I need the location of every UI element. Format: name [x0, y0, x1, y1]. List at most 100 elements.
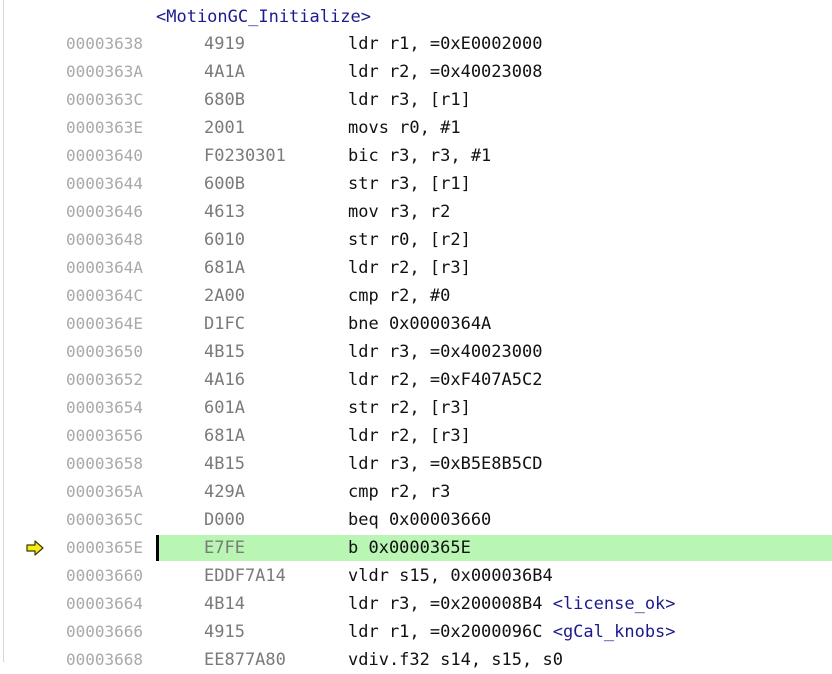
instruction-opcode: 6010 [204, 230, 245, 250]
instruction-row[interactable]: 00003656 681A ldr r2, [r3] [0, 422, 832, 450]
instruction-opcode: 4613 [204, 202, 245, 222]
instruction-row[interactable]: 00003648 6010 str r0, [r2] [0, 226, 832, 254]
instruction-opcode: 4B15 [204, 342, 245, 362]
instruction-mnemonic: bne 0x0000364A [348, 310, 491, 338]
instruction-row[interactable]: 0000365C D000 beq 0x00003660 [0, 506, 832, 534]
instruction-row[interactable]: 0000364C 2A00 cmp r2, #0 [0, 282, 832, 310]
instruction-address: 00003638 [66, 34, 144, 53]
current-instruction-row[interactable]: 0000365E E7FE b 0x0000365E [0, 534, 832, 562]
instruction-address: 0000364A [66, 258, 144, 277]
instruction-mnemonic: mov r3, r2 [348, 198, 450, 226]
instruction-text: ldr r2, =0xF407A5C2 [348, 370, 543, 390]
instruction-row[interactable]: 0000364E D1FC bne 0x0000364A [0, 310, 832, 338]
instruction-row[interactable]: 00003652 4A16 ldr r2, =0xF407A5C2 [0, 366, 832, 394]
instruction-address: 00003666 [66, 622, 144, 641]
instruction-text: ldr r1, =0xE0002000 [348, 34, 543, 54]
instruction-mnemonic: ldr r1, =0xE0002000 [348, 30, 542, 58]
instruction-row[interactable]: 00003668 EE877A80 vdiv.f32 s14, s15, s0 [0, 646, 832, 674]
instruction-mnemonic: vldr s15, 0x000036B4 [348, 562, 553, 590]
instruction-address: 00003646 [66, 202, 144, 221]
instruction-address: 00003668 [66, 650, 144, 669]
instruction-mnemonic: bic r3, r3, #1 [348, 142, 491, 170]
instruction-address: 00003656 [66, 426, 144, 445]
instruction-mnemonic: cmp r2, r3 [348, 478, 450, 506]
instruction-opcode: 4A16 [204, 370, 245, 390]
instruction-mnemonic: ldr r3, =0x200008B4 <license_ok> [348, 590, 676, 618]
instruction-row[interactable]: 00003666 4915 ldr r1, =0x2000096C <gCal_kn… [0, 618, 832, 646]
instruction-text: ldr r1, =0x2000096C [348, 622, 553, 642]
instruction-row[interactable]: 0000363A 4A1A ldr r2, =0x40023008 [0, 58, 832, 86]
instruction-address: 00003640 [66, 146, 144, 165]
instruction-opcode: F0230301 [204, 146, 286, 166]
instruction-address: 0000364E [66, 314, 144, 333]
instruction-text: bne 0x0000364A [348, 314, 492, 334]
symbol-annotation: <license_ok> [552, 594, 676, 614]
instruction-mnemonic: str r3, [r1] [348, 170, 471, 198]
instruction-row[interactable]: 00003658 4B15 ldr r3, =0xB5E8B5CD [0, 450, 832, 478]
instruction-text: cmp r2, #0 [348, 286, 451, 306]
instruction-opcode: 4915 [204, 622, 245, 642]
instruction-address: 00003644 [66, 174, 144, 193]
instruction-text: vldr s15, 0x000036B4 [348, 566, 553, 586]
instruction-mnemonic: ldr r2, =0x40023008 [348, 58, 542, 86]
instruction-row[interactable]: 00003650 4B15 ldr r3, =0x40023000 [0, 338, 832, 366]
instruction-row[interactable]: 0000363C 680B ldr r3, [r1] [0, 86, 832, 114]
instruction-text: str r3, [r1] [348, 174, 471, 194]
instruction-opcode: 600B [204, 174, 245, 194]
instruction-opcode: 4B15 [204, 454, 245, 474]
instruction-text: movs r0, #1 [348, 118, 461, 138]
instruction-text: cmp r2, r3 [348, 482, 451, 502]
instruction-address: 0000363C [66, 90, 144, 109]
instruction-opcode: 681A [204, 258, 245, 278]
instruction-mnemonic: movs r0, #1 [348, 114, 461, 142]
instruction-text: vdiv.f32 s14, s15, s0 [348, 650, 563, 670]
instruction-text: ldr r3, =0x40023000 [348, 342, 543, 362]
instruction-opcode: 4A1A [204, 62, 245, 82]
instruction-row[interactable]: 00003644 600B str r3, [r1] [0, 170, 832, 198]
instruction-text: ldr r2, =0x40023008 [348, 62, 543, 82]
instruction-address: 0000364C [66, 286, 144, 305]
instruction-opcode: 2001 [204, 118, 245, 138]
disassembly-view[interactable]: <MotionGC_Initialize> 00003638 4919 ldr r1… [0, 0, 832, 670]
instruction-mnemonic: ldr r3, =0xB5E8B5CD [348, 450, 542, 478]
instruction-text: beq 0x00003660 [348, 510, 492, 530]
instruction-mnemonic: b 0x0000365E [348, 534, 471, 562]
instruction-row[interactable]: 00003638 4919 ldr r1, =0xE0002000 [0, 30, 832, 58]
instruction-row[interactable]: 0000365A 429A cmp r2, r3 [0, 478, 832, 506]
instruction-opcode: E7FE [204, 538, 245, 558]
symbol-label: <MotionGC_Initialize> [156, 7, 371, 27]
instruction-address: 00003648 [66, 230, 144, 249]
instruction-row[interactable]: 0000364A 681A ldr r2, [r3] [0, 254, 832, 282]
instruction-opcode: 681A [204, 426, 245, 446]
instruction-mnemonic: cmp r2, #0 [348, 282, 450, 310]
instruction-text: ldr r3, =0xB5E8B5CD [348, 454, 543, 474]
instruction-address: 00003658 [66, 454, 144, 473]
instruction-text: ldr r2, [r3] [348, 258, 471, 278]
instruction-address: 00003660 [66, 566, 144, 585]
instruction-opcode: 2A00 [204, 286, 245, 306]
instruction-opcode: 680B [204, 90, 245, 110]
instruction-opcode: EE877A80 [204, 650, 286, 670]
instruction-row[interactable]: 00003640 F0230301 bic r3, r3, #1 [0, 142, 832, 170]
instruction-text: mov r3, r2 [348, 202, 451, 222]
instruction-text: bic r3, r3, #1 [348, 146, 492, 166]
instruction-row[interactable]: 0000363E 2001 movs r0, #1 [0, 114, 832, 142]
instruction-opcode: D1FC [204, 314, 245, 334]
instruction-mnemonic: ldr r2, [r3] [348, 422, 471, 450]
instruction-mnemonic: ldr r3, [r1] [348, 86, 471, 114]
instruction-opcode: 429A [204, 482, 245, 502]
instruction-mnemonic: ldr r1, =0x2000096C <gCal_knobs> [348, 618, 676, 646]
instruction-address: 00003664 [66, 594, 144, 613]
instruction-row[interactable]: 00003660 EDDF7A14 vldr s15, 0x000036B4 [0, 562, 832, 590]
instruction-row[interactable]: 00003664 4B14 ldr r3, =0x200008B4 <license… [0, 590, 832, 618]
instruction-address: 0000365A [66, 482, 144, 501]
instruction-text: str r0, [r2] [348, 230, 471, 250]
text-caret [156, 535, 159, 561]
instruction-row[interactable]: 00003654 601A str r2, [r3] [0, 394, 832, 422]
instruction-opcode: D000 [204, 510, 245, 530]
instruction-address: 0000365C [66, 510, 144, 529]
execution-arrow-icon [26, 540, 44, 556]
instruction-row[interactable]: 00003646 4613 mov r3, r2 [0, 198, 832, 226]
instruction-text: str r2, [r3] [348, 398, 471, 418]
instruction-text: b 0x0000365E [348, 538, 471, 558]
